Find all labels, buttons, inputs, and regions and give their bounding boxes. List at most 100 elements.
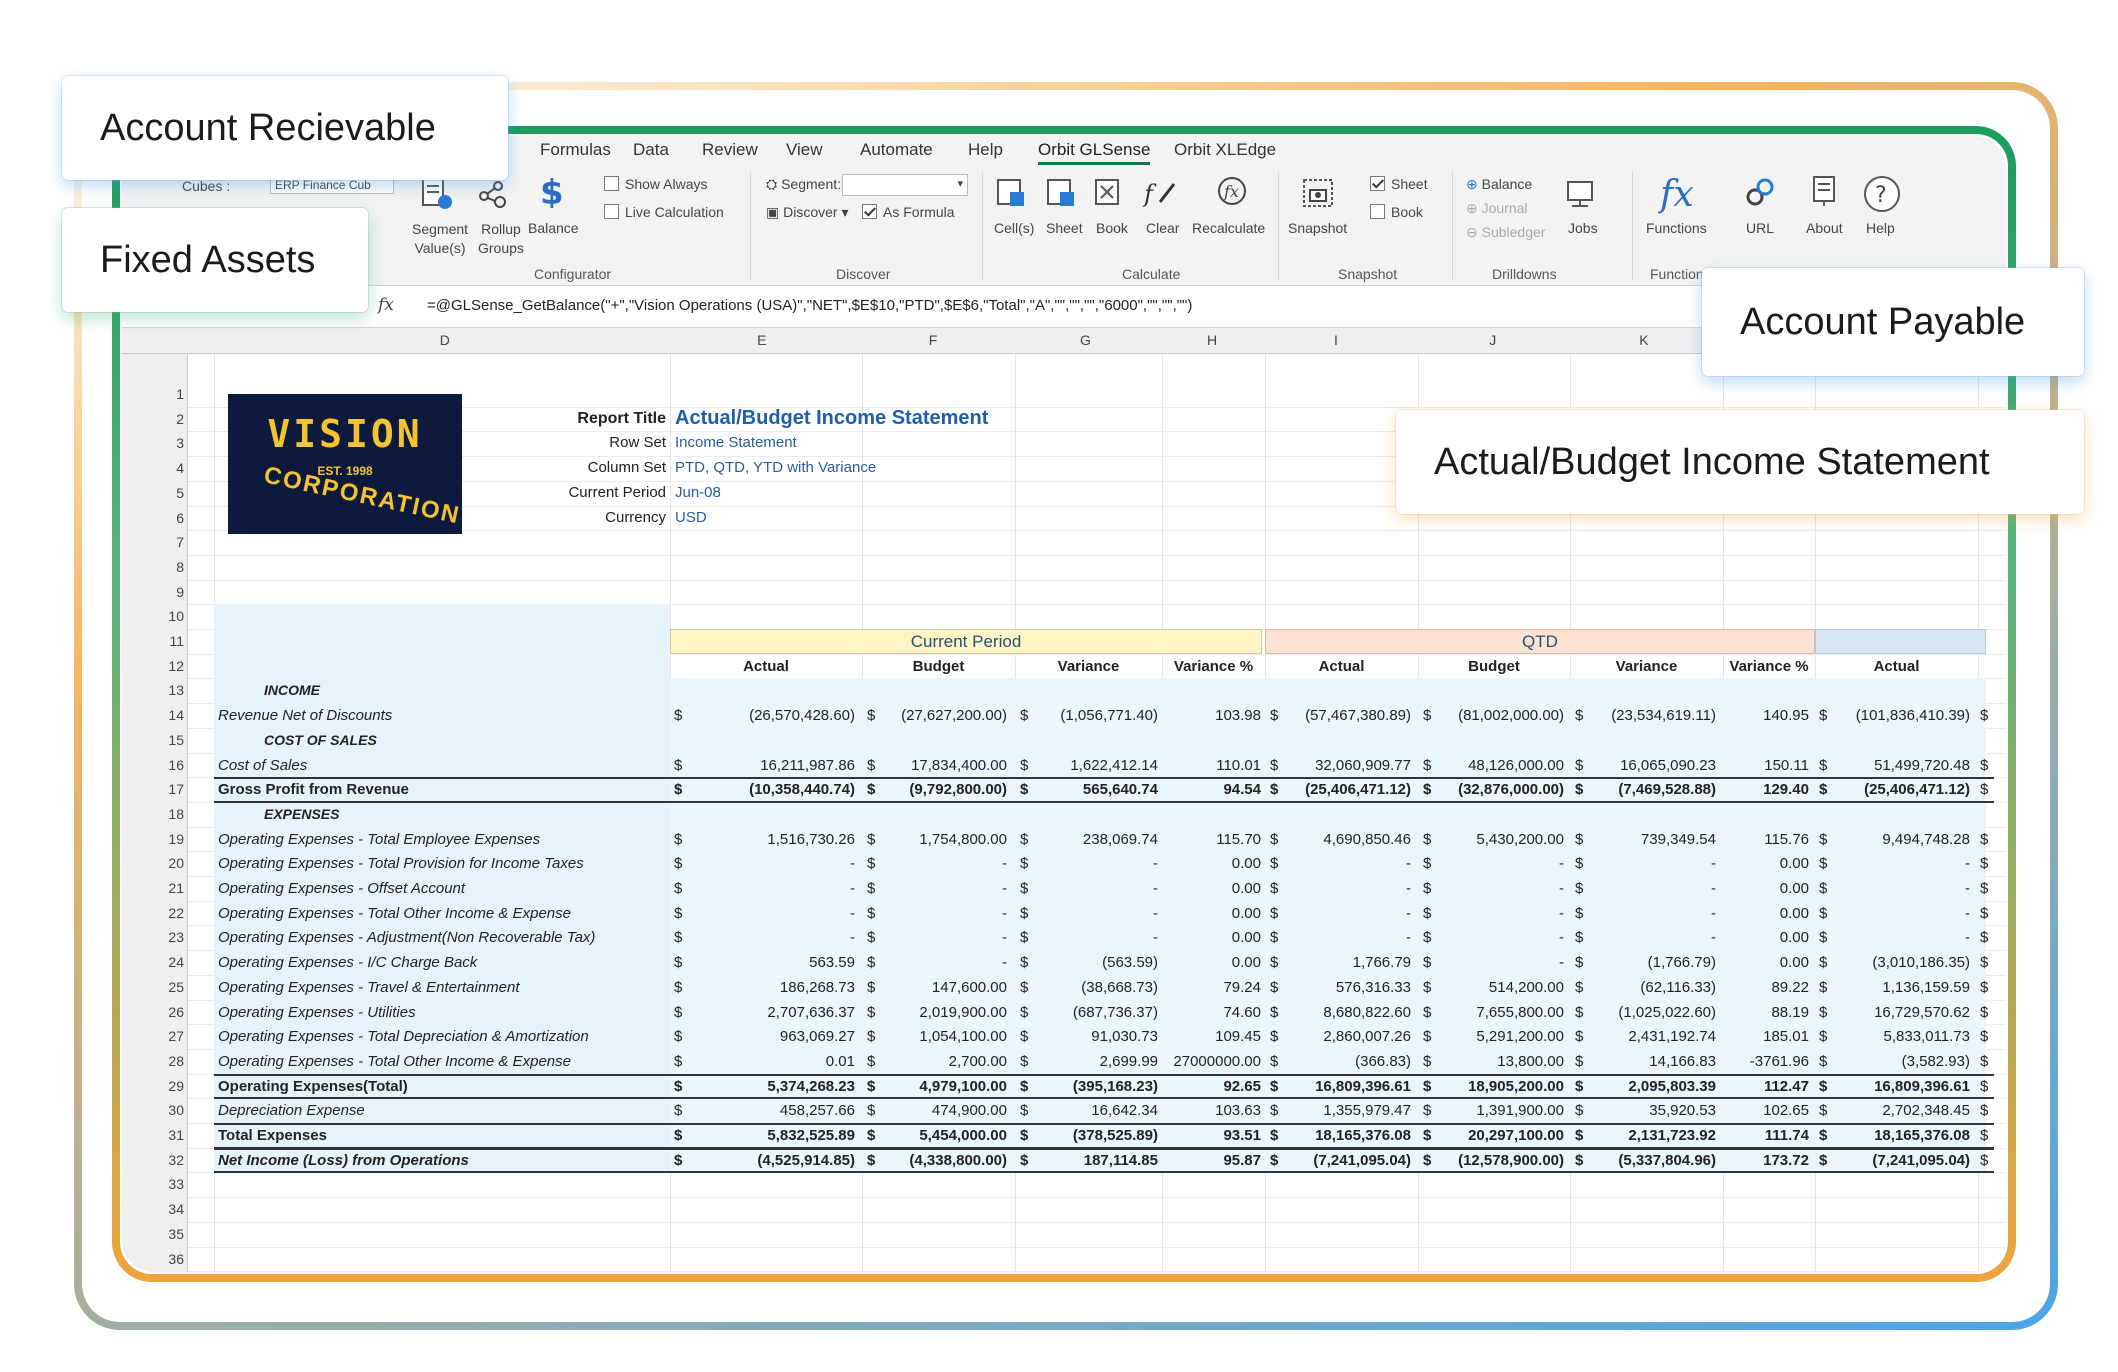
column-header[interactable]: J — [1489, 332, 1496, 348]
balance-label[interactable]: Balance — [528, 220, 579, 236]
calc-cells-label[interactable]: Cell(s) — [994, 220, 1034, 236]
value-cell[interactable]: 2,702,348.45 — [1790, 1102, 1970, 1119]
drilldown-journal[interactable]: ⊕ Journal — [1466, 200, 1528, 217]
value-cell[interactable]: (7,241,095.04) — [1790, 1152, 1970, 1169]
show-always-checkbox[interactable]: Show Always — [604, 176, 707, 192]
row-header[interactable]: 28 — [122, 1053, 188, 1069]
statement-row-label[interactable]: Cost of Sales — [218, 757, 307, 774]
value-cell[interactable]: 89.22 — [1629, 979, 1809, 996]
statement-row-label[interactable]: Gross Profit from Revenue — [218, 781, 409, 798]
recalculate-label[interactable]: Recalculate — [1192, 220, 1265, 236]
statement-row-label[interactable]: Operating Expenses - Utilities — [218, 1004, 416, 1021]
row-header[interactable]: 10 — [122, 608, 188, 624]
value-cell[interactable]: 0.00 — [1629, 880, 1809, 897]
segment-dropdown[interactable]: ▾ — [842, 174, 968, 196]
discover-dropdown[interactable]: ▣ Discover ▾ — [766, 204, 849, 221]
column-header[interactable]: E — [757, 332, 766, 348]
row-header[interactable]: 29 — [122, 1078, 188, 1094]
report-meta-value[interactable]: USD — [675, 509, 707, 526]
value-cell[interactable]: (25,406,471.12) — [1790, 781, 1970, 798]
value-cell[interactable]: 115.76 — [1629, 831, 1809, 848]
value-cell[interactable]: -3761.96 — [1629, 1053, 1809, 1070]
value-cell[interactable]: 16,729,570.62 — [1790, 1004, 1970, 1021]
snapshot-label[interactable]: Snapshot — [1288, 220, 1347, 236]
column-header[interactable]: I — [1334, 332, 1338, 348]
clear-formula-icon[interactable]: f — [1142, 176, 1178, 210]
value-cell[interactable]: - — [1790, 905, 1970, 922]
row-header[interactable]: 18 — [122, 806, 188, 822]
row-header[interactable]: 20 — [122, 855, 188, 871]
rollup-groups-icon[interactable] — [476, 176, 512, 210]
functions-fx-icon[interactable]: fx — [1658, 172, 1704, 214]
jobs-label[interactable]: Jobs — [1568, 220, 1598, 236]
calc-cells-icon[interactable] — [994, 176, 1030, 210]
row-header[interactable]: 11 — [122, 633, 188, 649]
statement-row-label[interactable]: Net Income (Loss) from Operations — [218, 1152, 469, 1169]
recalculate-icon[interactable]: fx — [1214, 174, 1250, 208]
value-cell[interactable]: 111.74 — [1629, 1127, 1809, 1144]
row-header[interactable]: 5 — [122, 485, 188, 501]
menu-help[interactable]: Help — [968, 140, 1003, 160]
row-header[interactable]: 23 — [122, 929, 188, 945]
row-header[interactable]: 6 — [122, 510, 188, 526]
row-header[interactable]: 4 — [122, 460, 188, 476]
statement-row-label[interactable]: Operating Expenses(Total) — [218, 1078, 408, 1095]
about-label[interactable]: About — [1806, 220, 1843, 236]
report-meta-value[interactable]: Jun-08 — [675, 484, 721, 501]
value-cell[interactable]: 0.00 — [1629, 855, 1809, 872]
value-cell[interactable]: 129.40 — [1629, 781, 1809, 798]
value-cell[interactable]: 51,499,720.48 — [1790, 757, 1970, 774]
menu-view[interactable]: View — [786, 140, 823, 160]
value-cell[interactable]: - — [1790, 855, 1970, 872]
value-cell[interactable]: 102.65 — [1629, 1102, 1809, 1119]
value-cell[interactable]: 1,136,159.59 — [1790, 979, 1970, 996]
row-header[interactable]: 33 — [122, 1176, 188, 1192]
row-header[interactable]: 7 — [122, 534, 188, 550]
statement-row-label[interactable]: EXPENSES — [264, 806, 339, 822]
column-header[interactable]: G — [1080, 332, 1091, 348]
row-header[interactable]: 1 — [122, 386, 188, 402]
balance-dollar-icon[interactable]: $ — [532, 174, 568, 208]
menu-formulas[interactable]: Formulas — [540, 140, 611, 160]
row-header[interactable]: 2 — [122, 411, 188, 427]
clear-label[interactable]: Clear — [1146, 220, 1179, 236]
value-cell[interactable]: 173.72 — [1629, 1152, 1809, 1169]
value-cell[interactable]: 18,165,376.08 — [1790, 1127, 1970, 1144]
row-header[interactable]: 27 — [122, 1028, 188, 1044]
value-cell[interactable]: 185.01 — [1629, 1028, 1809, 1045]
help-question-icon[interactable]: ? — [1862, 174, 1902, 214]
menu-orbit-glsense[interactable]: Orbit GLSense — [1038, 140, 1151, 165]
value-cell[interactable]: 112.47 — [1629, 1078, 1809, 1095]
calc-sheet-icon[interactable] — [1044, 176, 1080, 210]
value-cell[interactable]: 140.95 — [1629, 707, 1809, 724]
help-label[interactable]: Help — [1866, 220, 1895, 236]
row-header[interactable]: 16 — [122, 757, 188, 773]
statement-row-label[interactable]: Total Expenses — [218, 1127, 327, 1144]
report-meta-value[interactable]: Income Statement — [675, 434, 797, 451]
row-header[interactable]: 21 — [122, 880, 188, 896]
row-header[interactable]: 36 — [122, 1251, 188, 1267]
row-header[interactable]: 22 — [122, 905, 188, 921]
statement-row-label[interactable]: Operating Expenses - Total Depreciation … — [218, 1028, 589, 1045]
column-header[interactable]: D — [440, 332, 450, 348]
row-header[interactable]: 30 — [122, 1102, 188, 1118]
url-label[interactable]: URL — [1746, 220, 1774, 236]
column-header[interactable]: K — [1639, 332, 1648, 348]
segment-values-label[interactable]: Segment Value(s) — [412, 220, 468, 258]
calc-book-icon[interactable] — [1092, 176, 1128, 210]
report-meta-value[interactable]: Actual/Budget Income Statement — [675, 407, 988, 430]
about-icon[interactable] — [1806, 174, 1842, 208]
statement-row-label[interactable]: Operating Expenses - Offset Account — [218, 880, 465, 897]
row-header[interactable]: 24 — [122, 954, 188, 970]
drilldown-subledger[interactable]: ⊖ Subledger — [1466, 224, 1545, 241]
snapshot-book-checkbox[interactable]: Book — [1370, 204, 1423, 220]
menu-data[interactable]: Data — [633, 140, 669, 160]
report-meta-value[interactable]: PTD, QTD, YTD with Variance — [675, 459, 876, 476]
value-cell[interactable]: 9,494,748.28 — [1790, 831, 1970, 848]
snapshot-camera-icon[interactable] — [1300, 176, 1336, 210]
statement-row-label[interactable]: INCOME — [264, 682, 320, 698]
menu-review[interactable]: Review — [702, 140, 758, 160]
value-cell[interactable]: 150.11 — [1629, 757, 1809, 774]
row-header[interactable]: 17 — [122, 781, 188, 797]
value-cell[interactable]: 88.19 — [1629, 1004, 1809, 1021]
